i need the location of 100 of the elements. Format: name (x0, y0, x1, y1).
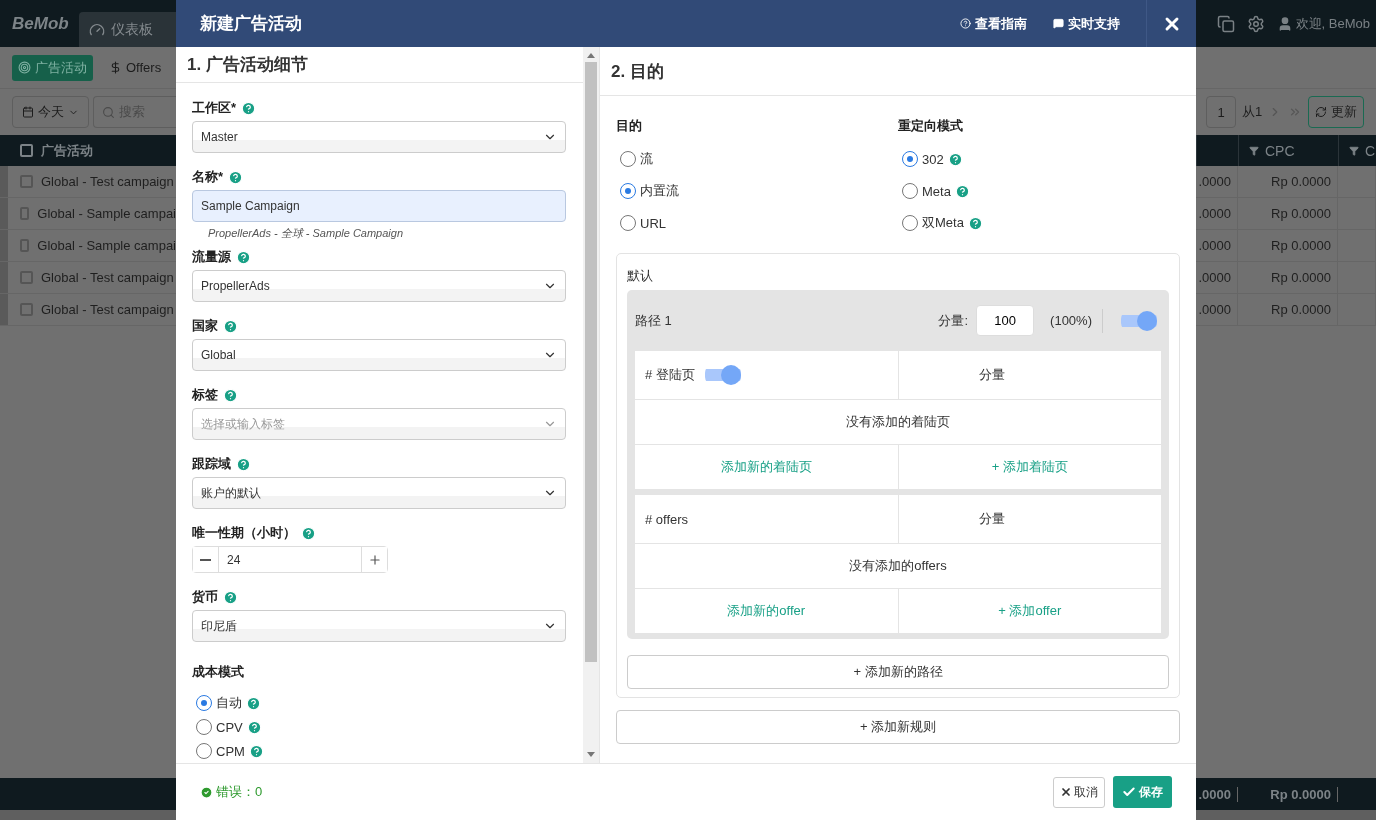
add-rule-button[interactable]: + 添加新规则 (616, 710, 1180, 744)
brand-logo[interactable]: BeMob (12, 13, 69, 34)
table-cell: Rp 0.0000 (1238, 230, 1338, 261)
row-checkbox[interactable] (20, 175, 33, 188)
guide-link[interactable]: 查看指南 (960, 14, 1027, 33)
help-icon[interactable] (246, 719, 262, 735)
table-cell: Rp 0.0000 (1238, 294, 1338, 325)
check-icon (1122, 785, 1136, 799)
radio-label: 流 (640, 150, 653, 168)
row-checkbox[interactable] (20, 303, 33, 316)
help-icon[interactable] (223, 318, 238, 334)
tags-field[interactable]: 选择或输入标签 (192, 408, 566, 440)
weight-label: 分量: (938, 311, 969, 330)
help-icon[interactable] (248, 743, 264, 759)
table-cell: Global - Test campaign (41, 270, 174, 285)
name-hint: PropellerAds - 全球 - Sample Campaign (207, 226, 405, 241)
radio-label: 内置流 (640, 182, 679, 200)
radio-label: 自动 (216, 694, 242, 712)
radio-label: URL (640, 215, 666, 231)
column-header: C (1365, 142, 1376, 159)
empty-message: 没有添加的着陆页 (846, 413, 950, 431)
select-field[interactable]: 账户的默认 (192, 477, 566, 509)
help-icon[interactable] (947, 151, 963, 167)
radio-label: CPM (216, 743, 245, 759)
help-icon[interactable] (301, 525, 316, 541)
page-total: 从1 (1242, 103, 1263, 121)
select-field[interactable]: PropellerAds (192, 270, 566, 302)
date-filter-button[interactable]: 今天 (12, 96, 89, 128)
weight-percent: (100%) (1042, 308, 1103, 333)
copy-icon[interactable] (1216, 14, 1235, 33)
select-field[interactable]: Global (192, 339, 566, 371)
dollar-icon (109, 61, 122, 74)
section-heading: 1. 广告活动细节 (176, 47, 583, 83)
error-count: 错误：0 (200, 783, 1045, 801)
close-icon (1060, 786, 1072, 798)
add-link[interactable]: + 添加着陆页 (898, 445, 1161, 489)
support-link[interactable]: 实时支持 (1053, 14, 1120, 33)
table-cell: .0000 (1196, 166, 1238, 197)
select-all-checkbox[interactable] (20, 144, 33, 157)
field-label: 国家 (192, 317, 218, 335)
table-cell: Global - Sample campai (37, 206, 176, 221)
field-label: 重定向模式 (898, 117, 963, 135)
section-title: # offers (645, 511, 689, 527)
radio-label: Meta (922, 183, 951, 199)
table-cell: Rp 0.0000 (1238, 198, 1338, 229)
help-icon[interactable] (241, 100, 257, 116)
radio-label: CPV (216, 719, 243, 735)
help-icon[interactable] (246, 695, 261, 711)
field-label: 成本模式 (192, 663, 244, 681)
select-field[interactable]: 印尼盾 (192, 610, 566, 642)
row-handle[interactable] (0, 166, 8, 197)
add-path-button[interactable]: + 添加新的路径 (627, 655, 1169, 689)
table-cell: Rp 0.0000 (1238, 166, 1338, 197)
subnav-tab[interactable]: Offers (103, 54, 168, 81)
row-checkbox[interactable] (20, 271, 33, 284)
table-cell: Global - Sample campai (37, 238, 176, 253)
field-label: 名称* (192, 168, 224, 186)
weight-header: 分量 (978, 366, 1005, 384)
help-icon[interactable] (236, 249, 251, 265)
help-icon (960, 18, 971, 29)
select-field[interactable]: Master (192, 121, 566, 153)
row-checkbox[interactable] (20, 239, 30, 252)
footer-cell: Rp 0.0000 (1238, 786, 1338, 802)
add-new-link[interactable]: 添加新的offer (635, 589, 898, 633)
nav-tab[interactable]: 仪表板 (78, 12, 176, 47)
refresh-icon (1315, 106, 1328, 118)
help-icon[interactable] (954, 183, 970, 199)
rule-title: 默认 (627, 267, 653, 285)
save-button[interactable]: 保存 (1113, 776, 1172, 808)
field-label: 工作区* (192, 99, 237, 117)
help-icon[interactable] (223, 589, 238, 605)
table-cell: .0000 (1196, 230, 1238, 261)
radio-label: 302 (922, 151, 944, 167)
cancel-button[interactable]: 取消 (1053, 776, 1105, 808)
row-checkbox[interactable] (20, 207, 30, 220)
filter-icon[interactable] (1249, 145, 1259, 156)
refresh-button[interactable]: 更新 (1308, 96, 1365, 128)
subnav-tab[interactable]: 广告活动 (12, 54, 93, 81)
settings-icon[interactable] (1246, 14, 1265, 33)
help-icon[interactable] (236, 456, 251, 472)
table-cell: .0000 (1196, 294, 1238, 325)
check-circle-icon (200, 785, 213, 799)
table-cell: .0000 (1196, 262, 1238, 293)
add-new-link[interactable]: 添加新的着陆页 (635, 445, 898, 489)
scrollbar[interactable] (0, 810, 176, 820)
radio-button[interactable] (196, 695, 212, 711)
help-icon[interactable] (223, 387, 238, 403)
scrollbar[interactable] (1196, 810, 1376, 820)
add-link[interactable]: + 添加offer (898, 589, 1161, 633)
page-field[interactable]: 1 (1206, 96, 1236, 128)
name-field[interactable]: Sample Campaign (192, 190, 566, 222)
target-icon (18, 61, 31, 74)
weight-field[interactable]: 100 (976, 305, 1035, 336)
footer-cell: .0000 (1196, 786, 1238, 802)
help-icon[interactable] (967, 215, 983, 231)
scrollbar[interactable] (583, 47, 599, 763)
path-name: 路径 1 (635, 311, 673, 330)
filter-icon[interactable] (1349, 145, 1359, 156)
help-icon[interactable] (228, 169, 244, 185)
table-cell: Global - Test campaign (41, 174, 174, 189)
